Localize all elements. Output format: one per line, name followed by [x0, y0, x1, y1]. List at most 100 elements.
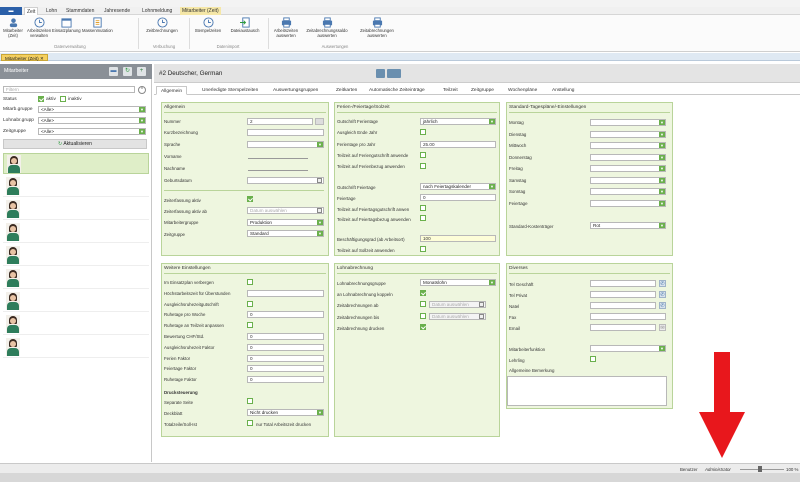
- list-item[interactable]: [3, 314, 149, 335]
- lohnabrechnungsgruppe-select[interactable]: Monatslohn ▼: [420, 279, 496, 286]
- koppeln-checkbox[interactable]: [420, 290, 426, 296]
- zeitabrechnungen-bis-checkbox[interactable]: [420, 313, 426, 319]
- list-item[interactable]: [3, 176, 149, 197]
- gutschrift-feiertage-select[interactable]: nach Feiertagskalender ▼: [420, 183, 496, 190]
- beschaeftigungsgrad-input[interactable]: 100: [420, 235, 496, 242]
- geburtsdatum-input[interactable]: [247, 177, 324, 184]
- calendar-icon[interactable]: [317, 208, 322, 213]
- lohnabr-gruppe-select[interactable]: <Alle> ▼: [38, 117, 146, 124]
- list-item[interactable]: [3, 268, 149, 289]
- filter-input[interactable]: Filtern: [3, 86, 135, 93]
- tab-zeitgruppe[interactable]: Zeitgruppe: [467, 86, 498, 95]
- tel-privat-input[interactable]: [590, 291, 656, 298]
- tab-unerledigte-stempelzeiten[interactable]: Unerledigte Stempelzeiten: [198, 86, 262, 95]
- tab-auswertungsgruppen[interactable]: Auswertungsgruppen: [269, 86, 322, 95]
- tab-wochenplaene[interactable]: Wochenpläne: [504, 86, 541, 95]
- kostentraeger-select[interactable]: Rot ▼: [590, 222, 666, 229]
- status-inactive-checkbox[interactable]: [60, 96, 66, 102]
- total-arbeitszeit-checkbox[interactable]: [247, 420, 253, 426]
- calendar-icon[interactable]: [317, 178, 322, 183]
- email-input[interactable]: [590, 324, 656, 331]
- status-active-checkbox[interactable]: [38, 96, 44, 102]
- phone-icon[interactable]: ✆: [659, 280, 666, 287]
- ribbon-button-dateiaustausch[interactable]: Dateiaustausch: [226, 17, 264, 34]
- tab-automatische-zeiteintraege[interactable]: Automatische Zeiteinträge: [365, 86, 429, 95]
- ribbon-button-einsatzplanung[interactable]: Einsatzplanung: [52, 17, 81, 34]
- day-plan-select[interactable]: ▼: [590, 130, 666, 138]
- list-item[interactable]: [3, 199, 149, 220]
- ribbon-button-arbeitszeiten-verwalten[interactable]: Arbeitszeiten verwalten: [27, 17, 51, 38]
- tel-geschaeft-input[interactable]: [590, 280, 656, 287]
- natel-input[interactable]: [590, 302, 656, 309]
- bemerkung-textarea[interactable]: [507, 376, 667, 406]
- ribbon-button-zeitabrechnungssaldo-auswerten[interactable]: Zeitabrechnungssaldo auswerten: [302, 17, 352, 38]
- list-item[interactable]: [3, 222, 149, 243]
- menu-icon[interactable]: [387, 69, 401, 78]
- feiertage-input[interactable]: 0: [420, 194, 496, 201]
- ribbon-tab-zeit[interactable]: Zeit: [24, 7, 39, 15]
- deckblatt-select[interactable]: Nicht drucken ▼: [247, 409, 324, 416]
- ribbon-tab-lohnmeldung[interactable]: Lohnmeldung: [140, 7, 174, 15]
- day-plan-select[interactable]: ▼: [590, 119, 666, 126]
- document-tab-mitarbeiter-zeit[interactable]: Mitarbeiter (Zeit) ✕: [1, 54, 48, 61]
- phone-icon[interactable]: ✆: [659, 291, 666, 298]
- ribbon-button-zeitabrechnungen-auswerten[interactable]: Zeitabrechnungen auswerten: [354, 17, 400, 38]
- zeiterfassung-ab-input[interactable]: Datum auswählen: [247, 207, 324, 214]
- weitere-row-input[interactable]: 0: [247, 376, 324, 384]
- weitere-row-input[interactable]: [247, 289, 324, 297]
- day-plan-select[interactable]: ▼: [590, 188, 666, 195]
- ribbon-button-arbeitszeiten-auswerten[interactable]: Arbeitszeiten auswerten: [270, 17, 302, 38]
- refresh-icon[interactable]: [376, 69, 385, 78]
- mitarbeitergruppe-select[interactable]: Produktion ▼: [247, 219, 324, 226]
- teilzeit-feriengutschrift-checkbox[interactable]: [420, 152, 426, 158]
- mitarbeiterfunktion-select[interactable]: ▼: [590, 345, 666, 352]
- fax-input[interactable]: [590, 313, 666, 320]
- kurzbezeichnung-input[interactable]: [247, 129, 324, 136]
- ribbon-tab-lohn[interactable]: Lohn: [44, 7, 59, 15]
- ribbon-button-zeitbrechnungen[interactable]: Zeitbrechnungen: [143, 17, 181, 34]
- list-item[interactable]: [3, 291, 149, 312]
- phone-icon[interactable]: ✆: [659, 302, 666, 309]
- teilzeit-ferienbezug-checkbox[interactable]: [420, 163, 426, 169]
- separate-seite-checkbox[interactable]: [247, 398, 253, 404]
- file-menu-button[interactable]: ▬: [0, 7, 22, 15]
- refresh-icon[interactable]: ↻: [123, 67, 132, 76]
- gutschrift-ferientage-select[interactable]: jährlich ▼: [420, 118, 496, 125]
- list-item[interactable]: [3, 337, 149, 358]
- zeitgruppe-select[interactable]: Standard ▼: [247, 230, 324, 237]
- weitere-row-input[interactable]: 0: [247, 333, 324, 340]
- zoom-slider-handle[interactable]: [758, 466, 762, 472]
- day-plan-select[interactable]: ▼: [590, 199, 666, 207]
- close-icon[interactable]: ✕: [40, 56, 44, 61]
- calendar-icon[interactable]: [479, 314, 484, 319]
- zoom-slider[interactable]: [740, 469, 784, 470]
- teilzeit-feiertagsbezug-checkbox[interactable]: [420, 215, 426, 221]
- ribbon-button-stempelzeiten[interactable]: Stempelzeiten: [192, 17, 224, 34]
- zeitgruppe-filter-select[interactable]: <Alle> ▼: [38, 128, 146, 135]
- zeitabrechnung-drucken-checkbox[interactable]: [420, 324, 426, 330]
- zeitabrechnungen-ab-input[interactable]: Datum auswählen: [429, 301, 486, 308]
- ribbon-button-massenmutation[interactable]: Massenmutation: [82, 17, 113, 34]
- calendar-icon[interactable]: [479, 302, 484, 307]
- day-plan-select[interactable]: ▼: [590, 142, 666, 149]
- ribbon-tab-stammdaten[interactable]: Stammdaten: [64, 7, 96, 15]
- zeiterfassung-aktiv-checkbox[interactable]: [247, 196, 253, 202]
- weitere-row-input[interactable]: 0: [247, 354, 324, 362]
- zeitabrechnungen-bis-input[interactable]: Datum auswählen: [429, 313, 486, 320]
- tab-allgemein[interactable]: Allgemein: [156, 86, 188, 95]
- ribbon-button-mitarbeiter[interactable]: Mitarbeiter (Zeit): [2, 17, 24, 38]
- list-item[interactable]: [3, 153, 149, 174]
- lehrling-checkbox[interactable]: [590, 356, 596, 362]
- ausgleich-checkbox[interactable]: [420, 129, 426, 135]
- ribbon-tab-jahresende[interactable]: Jahresende: [102, 7, 132, 15]
- zeitabrechnungen-ab-checkbox[interactable]: [420, 301, 426, 307]
- weitere-row-input[interactable]: 0: [247, 343, 324, 351]
- day-plan-select[interactable]: ▼: [590, 165, 666, 172]
- mail-icon[interactable]: ✉: [659, 324, 666, 331]
- add-icon[interactable]: +: [137, 67, 146, 76]
- weitere-row-input[interactable]: 0: [247, 311, 324, 319]
- ribbon-tab-mitarbeiter-zeit[interactable]: Mitarbeiter (Zeit): [180, 7, 221, 15]
- tab-teilzeit[interactable]: Teilzeit: [439, 86, 462, 95]
- weitere-row-checkbox[interactable]: [247, 279, 253, 285]
- list-item[interactable]: [3, 245, 149, 266]
